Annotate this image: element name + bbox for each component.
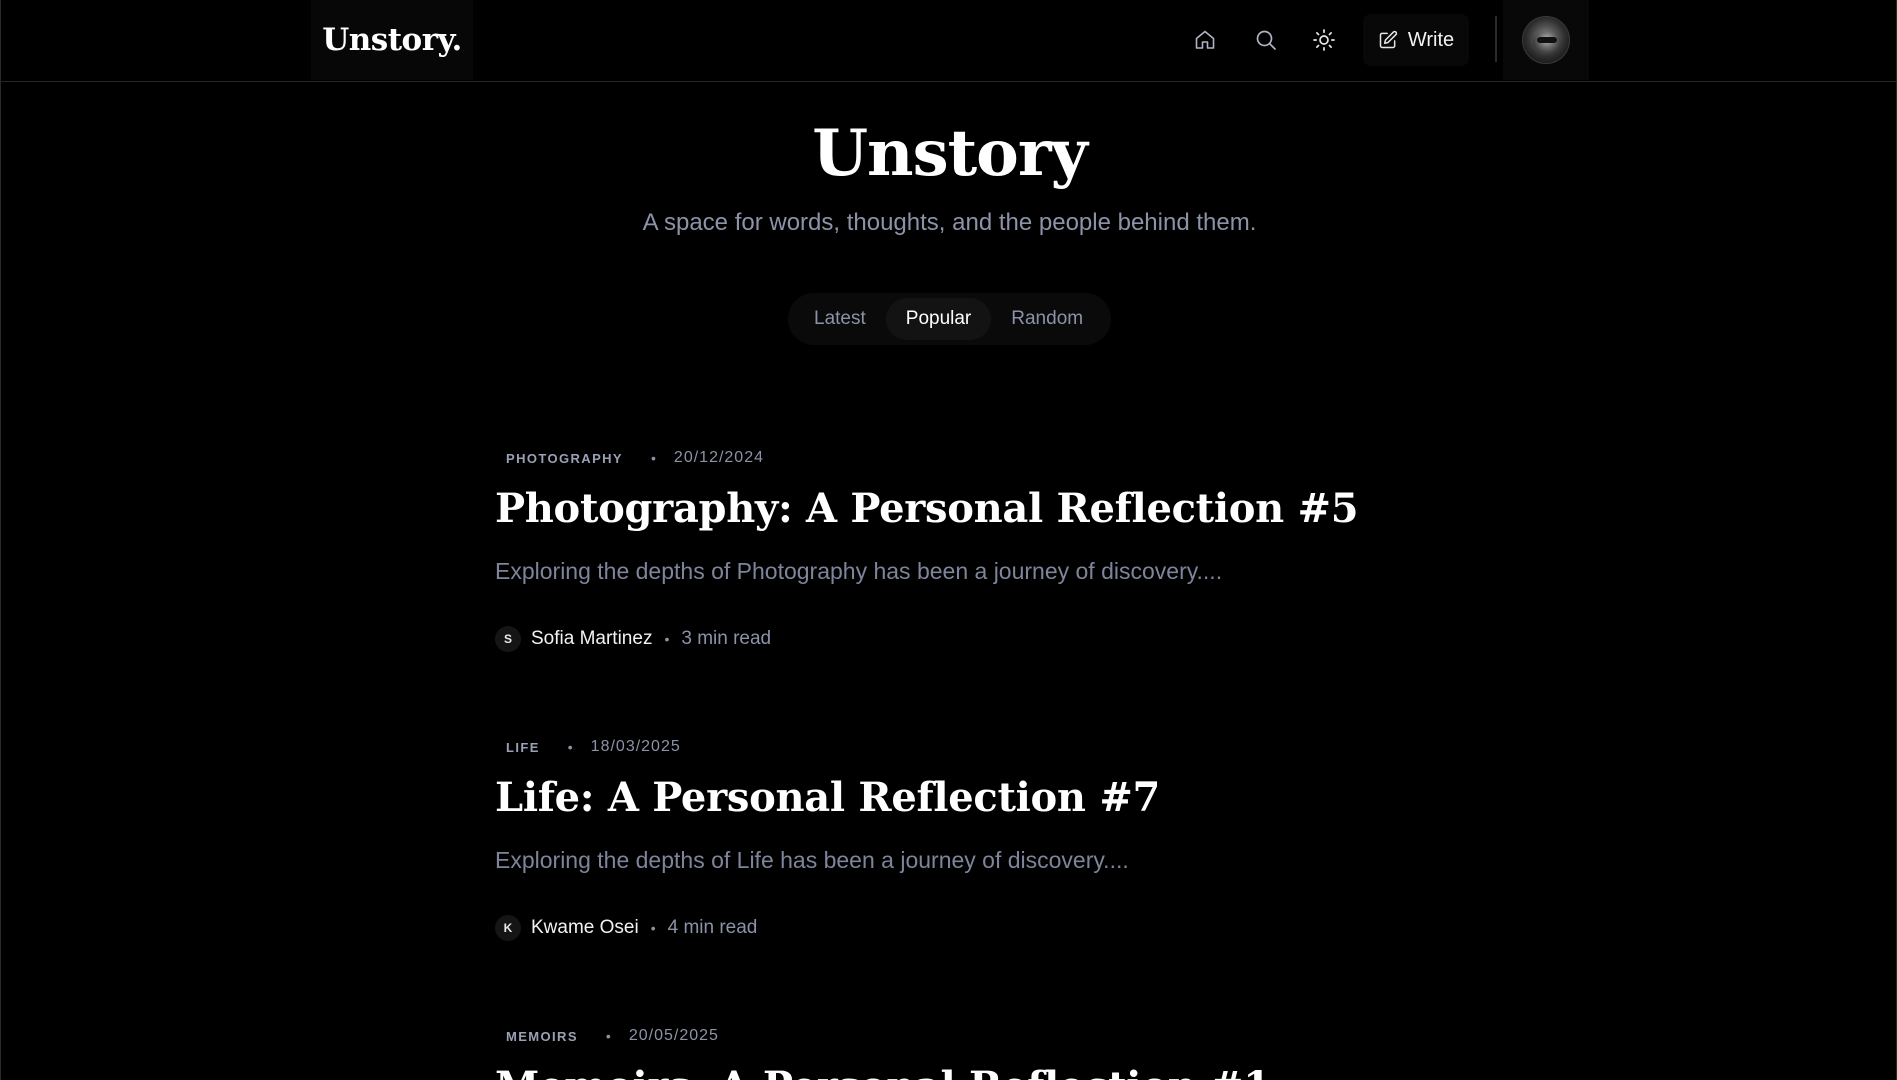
category-tag[interactable]: PHOTOGRAPHY [506, 451, 623, 466]
meta-separator: • [651, 450, 656, 466]
home-button[interactable] [1188, 23, 1222, 57]
article-excerpt: Exploring the depths of Life has been a … [495, 847, 1129, 873]
category-tag[interactable]: LIFE [506, 740, 540, 755]
publish-date: 18/03/2025 [590, 738, 681, 755]
article-meta: LIFE • 18/03/2025 [495, 736, 1395, 758]
app-frame: Unstory. Write Unstory A space for words… [0, 0, 1897, 1080]
article-title[interactable]: Life: A Personal Reflection #7 [495, 772, 1395, 824]
article-excerpt: Exploring the depths of Photography has … [495, 558, 1223, 584]
user-menu-button[interactable] [1503, 0, 1589, 80]
publish-date: 20/05/2025 [628, 1027, 719, 1044]
article-title[interactable]: Photography: A Personal Reflection #5 [495, 483, 1395, 535]
feed-tabs: Latest Popular Random [788, 293, 1111, 345]
tab-popular[interactable]: Popular [885, 298, 992, 340]
article-title[interactable]: Memoirs: A Personal Reflection #1 [495, 1061, 1395, 1080]
search-button[interactable] [1249, 23, 1283, 57]
sun-icon [1313, 29, 1335, 51]
nav-divider [1495, 16, 1497, 62]
article-card: MEMOIRS • 20/05/2025 Memoirs: A Personal… [495, 1025, 1395, 1080]
author-avatar: K [495, 915, 521, 941]
page-subtitle: A space for words, thoughts, and the peo… [642, 209, 1257, 236]
article-byline: K Kwame Osei • 4 min read [495, 914, 1395, 942]
theme-toggle-button[interactable] [1307, 23, 1341, 57]
search-icon [1256, 30, 1276, 50]
publish-date: 20/12/2024 [673, 449, 764, 466]
author-avatar: S [495, 626, 521, 652]
user-avatar [1522, 16, 1570, 64]
meta-separator: • [605, 1028, 611, 1044]
article-card: LIFE • 18/03/2025 Life: A Personal Refle… [495, 736, 1395, 942]
read-time: 4 min read [667, 917, 758, 938]
logo: Unstory. [322, 22, 462, 58]
byline-separator: • [650, 920, 656, 936]
meta-separator: • [567, 739, 573, 755]
article-meta: MEMOIRS • 20/05/2025 [495, 1025, 1395, 1047]
article-card: PHOTOGRAPHY • 20/12/2024 Photography: A … [495, 447, 1395, 653]
author-name[interactable]: Kwame Osei [531, 917, 639, 939]
home-icon [1195, 30, 1215, 49]
write-label: Write [1407, 28, 1455, 51]
top-navbar: Unstory. Write [1, 0, 1896, 82]
byline-separator: • [664, 631, 670, 647]
article-byline: S Sofia Martinez • 3 min read [495, 625, 1395, 653]
write-button[interactable]: Write [1363, 14, 1469, 66]
logo-link[interactable]: Unstory. [311, 0, 473, 80]
read-time: 3 min read [681, 628, 772, 649]
pencil-square-icon [1379, 30, 1397, 49]
tab-latest[interactable]: Latest [794, 298, 886, 340]
tab-random[interactable]: Random [991, 298, 1103, 340]
author-name[interactable]: Sofia Martinez [531, 628, 652, 650]
page-title: Unstory [812, 116, 1088, 191]
category-tag[interactable]: MEMOIRS [506, 1029, 578, 1044]
article-meta: PHOTOGRAPHY • 20/12/2024 [495, 447, 1395, 469]
